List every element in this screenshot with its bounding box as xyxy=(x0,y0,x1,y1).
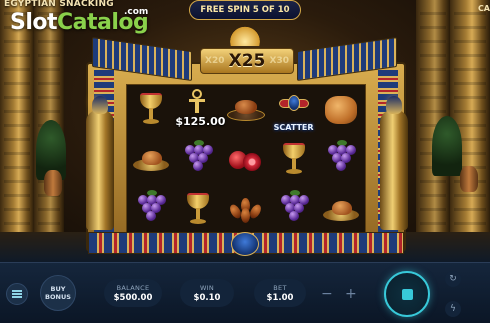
goddess-statue-right xyxy=(380,96,408,230)
reel-cell xyxy=(222,185,270,235)
turbo-button[interactable]: ϟ xyxy=(445,301,461,317)
multiplier-current: X25 xyxy=(228,51,266,71)
multiplier-panel: X20 X25 X30 xyxy=(200,48,294,74)
scarab-ornament-icon xyxy=(231,232,259,256)
watermark-slot: Slot xyxy=(10,10,58,35)
scarab-scatter-icon xyxy=(278,93,309,117)
balance-display: BALANCE $500.00 xyxy=(104,279,162,307)
hamburger-icon xyxy=(12,293,22,295)
bird-plate-icon xyxy=(132,147,169,173)
corner-text: CA xyxy=(477,4,490,13)
bet-increase-button[interactable]: + xyxy=(345,286,357,302)
vase-left xyxy=(44,170,62,196)
reel-cell xyxy=(127,185,175,235)
game-title: EGYPTIAN SNACKING xyxy=(4,0,114,9)
free-spin-counter: FREE SPIN 5 OF 10 xyxy=(189,0,301,20)
bet-display: BET $1.00 xyxy=(254,279,306,307)
bet-decrease-button[interactable]: − xyxy=(321,286,333,302)
bet-label: BET xyxy=(273,283,287,292)
win-label: WIN xyxy=(199,283,215,292)
reel-cell xyxy=(270,185,318,235)
buy-bonus-label-2: BONUS xyxy=(45,293,71,301)
reel-cell xyxy=(175,185,223,235)
lightning-icon: ϟ xyxy=(450,304,456,314)
menu-button[interactable] xyxy=(6,283,28,305)
ankh-prize-symbol: $125.00 xyxy=(175,85,225,135)
reel-cell: $125.00 xyxy=(175,85,225,135)
stop-icon xyxy=(401,288,413,300)
autoplay-icon: ↻ xyxy=(449,274,457,284)
buy-bonus-button[interactable]: BUY BONUS xyxy=(40,275,76,311)
reel-cell xyxy=(127,85,175,135)
reel-cell xyxy=(222,85,270,135)
grapes-icon xyxy=(279,190,309,227)
chalice-icon xyxy=(187,193,210,227)
spin-stop-button[interactable] xyxy=(384,271,430,317)
roast-bird-icon xyxy=(226,97,265,123)
goddess-statue-left xyxy=(86,96,114,230)
reel-cell xyxy=(175,135,223,185)
bird-plate-icon xyxy=(323,197,360,223)
multiplier-next: X30 xyxy=(269,56,289,66)
win-value: $0.10 xyxy=(193,292,221,303)
reel-cell xyxy=(127,135,175,185)
vase-right xyxy=(460,166,478,192)
grapes-icon xyxy=(326,140,357,177)
watermark-com: .com xyxy=(124,7,149,17)
pomegranate-icon xyxy=(228,147,263,173)
chalice-icon xyxy=(282,143,305,177)
balance-label: BALANCE xyxy=(116,283,150,292)
buy-bonus-label-1: BUY xyxy=(50,285,66,293)
grapes-icon xyxy=(183,140,214,177)
reel-cell xyxy=(317,85,365,135)
grapes-icon xyxy=(136,190,166,227)
bet-value: $1.00 xyxy=(266,292,294,303)
scatter-label: SCATTER xyxy=(273,123,314,132)
bread-icon xyxy=(325,96,358,124)
control-bar: BUY BONUS BALANCE $500.00 WIN $0.10 BET … xyxy=(0,262,490,323)
ankh-icon xyxy=(188,89,205,113)
win-display: WIN $0.10 xyxy=(180,279,234,307)
balance-value: $500.00 xyxy=(113,292,153,303)
reel-grid: $125.00 SCATTER xyxy=(126,84,366,236)
sun-disk-icon xyxy=(228,24,262,46)
left-pillar xyxy=(0,0,34,262)
reel-cell xyxy=(317,135,365,185)
reel-cell xyxy=(270,135,318,185)
chalice-icon xyxy=(139,93,162,127)
free-spin-text: FREE SPIN 5 OF 10 xyxy=(200,5,290,15)
multiplier-previous: X20 xyxy=(205,56,225,66)
autoplay-button[interactable]: ↻ xyxy=(445,271,461,287)
reel-cell xyxy=(317,185,365,235)
reel-cell: SCATTER xyxy=(270,85,318,135)
dates-icon xyxy=(227,196,264,224)
reel-cell xyxy=(222,135,270,185)
plant-right xyxy=(432,116,462,176)
